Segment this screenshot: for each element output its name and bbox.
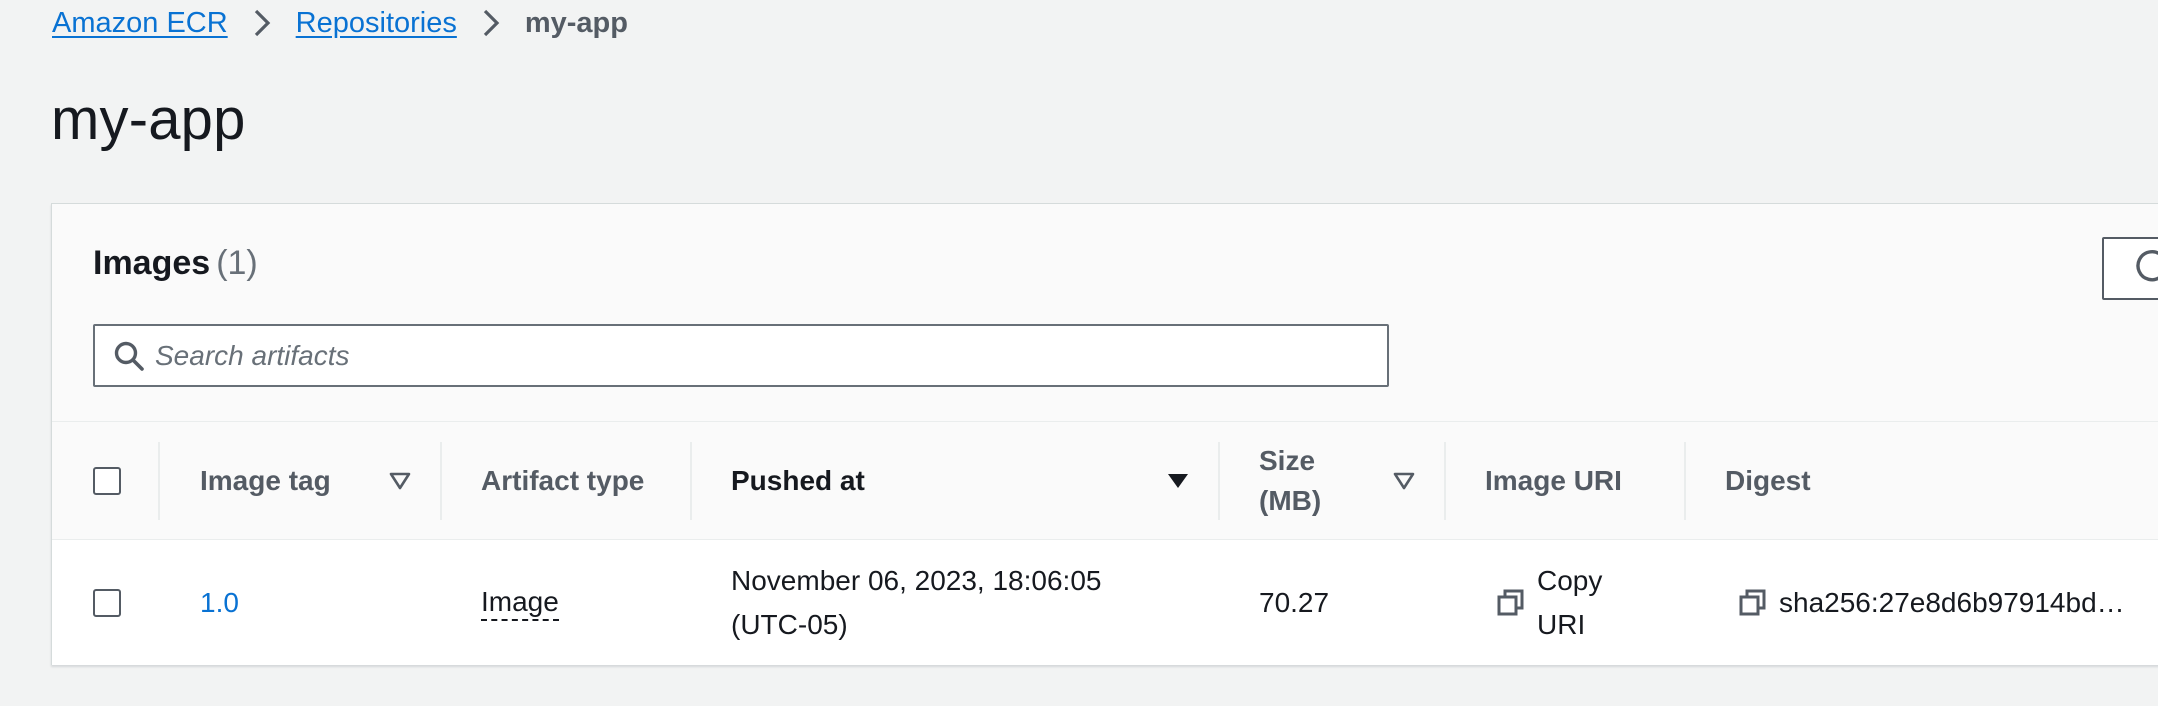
breadcrumb: Amazon ECR Repositories my-app	[52, 4, 628, 42]
column-divider	[690, 442, 692, 520]
column-divider	[158, 442, 160, 520]
images-panel-header: Images (1)	[52, 204, 2158, 422]
pushed-at-timezone: (UTC-05)	[731, 608, 848, 640]
digest-cell: sha256:27e8d6b97914bd…	[1737, 540, 2125, 665]
column-label-size-line1: Size	[1259, 444, 1316, 476]
refresh-button[interactable]	[2102, 237, 2158, 300]
column-label-artifact-type: Artifact type	[481, 464, 645, 496]
column-divider	[1218, 442, 1220, 520]
artifact-type-value[interactable]: Image	[481, 585, 559, 621]
column-header-artifact-type: Artifact type	[481, 422, 644, 539]
column-header-size[interactable]: Size (MB)	[1259, 422, 1321, 539]
column-header-image-uri: Image URI	[1485, 422, 1622, 539]
page-title: my-app	[51, 87, 246, 152]
sort-icon[interactable]	[1390, 467, 1418, 495]
select-all-checkbox[interactable]	[93, 466, 121, 495]
search-field[interactable]	[93, 324, 1389, 387]
breadcrumb-link-amazon-ecr[interactable]: Amazon ECR	[52, 7, 228, 40]
table-row: 1.0 Image November 06, 2023, 18:06:05 (U…	[52, 540, 2158, 665]
search-icon	[109, 336, 149, 376]
refresh-icon	[2132, 246, 2158, 291]
column-label-pushed-at: Pushed at	[731, 464, 865, 496]
chevron-right-icon	[246, 4, 278, 42]
column-divider	[440, 442, 442, 520]
size-cell: 70.27	[1259, 540, 1329, 665]
search-input[interactable]	[155, 326, 1387, 385]
copy-uri-label: Copy URI	[1537, 559, 1602, 647]
column-label-size: Size (MB)	[1259, 441, 1321, 521]
column-label-image-uri: Image URI	[1485, 464, 1622, 496]
sort-icon[interactable]	[386, 467, 414, 495]
table-header-row: Image tag Artifact type Pushed at Size (…	[52, 422, 2158, 540]
select-all-cell	[93, 422, 121, 539]
column-divider	[1684, 442, 1686, 520]
image-tag-link[interactable]: 1.0	[200, 587, 239, 619]
column-header-digest: Digest	[1725, 422, 1811, 539]
copy-uri-button[interactable]: Copy URI	[1495, 540, 1602, 665]
column-label-size-line2: (MB)	[1259, 484, 1322, 516]
column-header-image-tag[interactable]: Image tag	[200, 422, 331, 539]
column-label-digest: Digest	[1725, 464, 1811, 496]
breadcrumb-current: my-app	[524, 6, 628, 39]
column-label-image-tag: Image tag	[200, 464, 331, 496]
column-divider	[1444, 442, 1446, 520]
copy-uri-label-line1: Copy	[1537, 564, 1603, 596]
images-title: Images	[93, 244, 211, 282]
copy-digest-icon[interactable]	[1737, 587, 1769, 619]
digest-value: sha256:27e8d6b97914bd…	[1779, 586, 2125, 618]
breadcrumb-link-repositories[interactable]: Repositories	[296, 7, 457, 40]
image-tag-cell: 1.0	[200, 540, 239, 665]
artifact-type-cell: Image	[481, 540, 559, 665]
images-count: (1)	[216, 244, 258, 282]
chevron-right-icon	[475, 4, 507, 42]
pushed-at-value: November 06, 2023, 18:06:05 (UTC-05)	[731, 559, 1101, 647]
images-panel: Images(1) Image tag Artifact type	[51, 203, 2158, 665]
copy-uri-label-line2: URI	[1537, 608, 1586, 640]
images-heading: Images (1)	[93, 244, 258, 283]
row-select-cell	[93, 540, 121, 665]
pushed-at-cell: November 06, 2023, 18:06:05 (UTC-05)	[731, 540, 1101, 665]
row-checkbox[interactable]	[93, 588, 121, 617]
copy-icon	[1495, 587, 1527, 619]
sort-descending-icon[interactable]	[1164, 467, 1192, 495]
size-value: 70.27	[1259, 586, 1330, 618]
column-header-pushed-at[interactable]: Pushed at	[731, 422, 865, 539]
pushed-at-datetime: November 06, 2023, 18:06:05	[731, 564, 1102, 596]
